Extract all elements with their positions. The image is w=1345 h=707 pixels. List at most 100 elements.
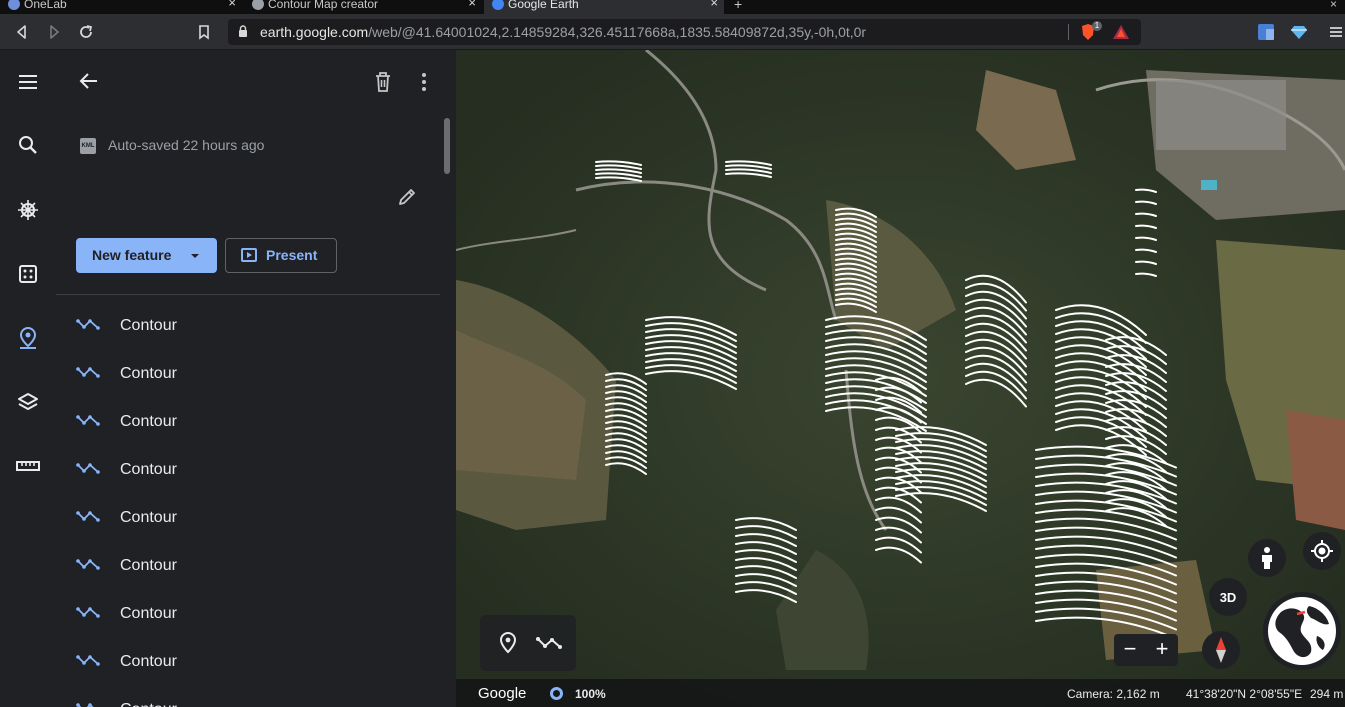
list-item[interactable]: Contour: [56, 494, 440, 542]
line-feature-icon: [76, 415, 100, 426]
present-icon: [241, 248, 257, 262]
list-item[interactable]: Contour: [56, 350, 440, 398]
close-tab-icon[interactable]: ×: [710, 0, 718, 10]
zoom-out-button[interactable]: −: [1114, 636, 1146, 662]
toggle-3d-button[interactable]: 3D: [1209, 578, 1247, 616]
brave-rewards-icon[interactable]: [1112, 23, 1130, 41]
earth-favicon: [492, 0, 504, 10]
map-status-bar: Google 100% Camera: 2,162 m 41°38'20"N 2…: [456, 679, 1345, 707]
address-bar[interactable]: earth.google.com/web/@41.64001024,2.1485…: [228, 19, 1141, 45]
translate-extension-icon[interactable]: [1257, 23, 1275, 41]
delete-icon[interactable]: [373, 71, 393, 98]
back-arrow-icon[interactable]: [78, 70, 100, 97]
line-feature-icon: [76, 655, 100, 666]
new-tab-button[interactable]: +: [730, 0, 750, 14]
google-logo: Google: [478, 685, 527, 702]
cursor-coordinates: 41°38'20"N 2°08'55"E: [1186, 687, 1303, 701]
line-feature-icon: [76, 319, 100, 330]
url-path: /web/@41.64001024,2.14859284,326.4511766…: [368, 24, 867, 40]
add-placemark-icon[interactable]: [498, 631, 518, 659]
present-button[interactable]: Present: [225, 238, 337, 273]
nav-rail: [0, 50, 56, 707]
list-item[interactable]: Contour: [56, 398, 440, 446]
tab-contour-map-creator[interactable]: Contour Map creator ×: [244, 0, 482, 14]
voyager-icon[interactable]: [14, 196, 42, 224]
loading-indicator-icon: [550, 687, 563, 700]
globe-overview-icon[interactable]: [1263, 592, 1341, 670]
window-close-icon[interactable]: ×: [1326, 0, 1345, 14]
new-feature-label: New feature: [92, 247, 172, 263]
tab-title: Google Earth: [508, 0, 579, 11]
shields-count-badge: 1: [1092, 21, 1102, 31]
loading-percent: 100%: [575, 687, 606, 701]
compass-icon[interactable]: [1202, 631, 1240, 669]
earth-map-view[interactable]: 3D − + Google 100% Camera: 2,162 m 41°38…: [456, 50, 1345, 707]
lock-icon: [239, 25, 247, 37]
feeling-lucky-icon[interactable]: [14, 260, 42, 288]
omnibox-divider: [1068, 24, 1069, 40]
map-style-icon[interactable]: [14, 388, 42, 416]
feature-label: Contour: [120, 605, 177, 622]
browser-toolbar: earth.google.com/web/@41.64001024,2.1485…: [0, 14, 1345, 50]
feature-label: Contour: [120, 317, 177, 334]
measure-icon[interactable]: [14, 452, 42, 480]
search-icon[interactable]: [14, 131, 42, 159]
tab-title: OneLab: [24, 0, 67, 11]
panel-divider: [56, 294, 440, 295]
tab-onelab[interactable]: OneLab ×: [0, 0, 242, 14]
line-feature-icon: [76, 463, 100, 474]
zoom-controls: − +: [1114, 634, 1178, 666]
reload-icon[interactable]: [76, 22, 96, 42]
feature-label: Contour: [120, 701, 177, 707]
scale-bar-label: 294 m: [1310, 687, 1344, 701]
feature-label: Contour: [120, 461, 177, 478]
bookmark-icon[interactable]: [194, 22, 214, 42]
list-item[interactable]: Contour: [56, 446, 440, 494]
browser-tab-strip: OneLab × Contour Map creator × Google Ea…: [0, 0, 1345, 14]
url-text[interactable]: earth.google.com/web/@41.64001024,2.1485…: [260, 24, 866, 40]
feature-label: Contour: [120, 509, 177, 526]
back-icon[interactable]: [12, 22, 32, 42]
tab-google-earth[interactable]: Google Earth ×: [484, 0, 724, 14]
menu-icon[interactable]: [14, 68, 42, 96]
line-feature-icon: [76, 559, 100, 570]
url-host: earth.google.com: [260, 24, 369, 40]
line-feature-icon: [76, 703, 94, 707]
zoom-in-button[interactable]: +: [1146, 636, 1178, 662]
kml-file-icon: KML: [80, 138, 96, 154]
present-label: Present: [266, 247, 318, 263]
close-tab-icon[interactable]: ×: [468, 0, 476, 10]
chevron-down-icon: [191, 254, 199, 258]
line-feature-icon: [76, 511, 100, 522]
my-location-icon[interactable]: [1303, 532, 1341, 570]
satellite-imagery: [456, 50, 1345, 707]
panel-scrollbar[interactable]: [444, 118, 450, 174]
project-panel: KML Auto-saved 22 hours ago New feature …: [56, 50, 456, 707]
close-tab-icon[interactable]: ×: [228, 0, 236, 10]
camera-altitude: Camera: 2,162 m: [1067, 687, 1160, 701]
edit-pencil-icon[interactable]: [397, 187, 417, 212]
projects-icon[interactable]: [14, 324, 42, 352]
feature-label: Contour: [120, 653, 177, 670]
draw-line-icon[interactable]: [536, 635, 562, 656]
line-feature-icon: [76, 607, 100, 618]
list-item[interactable]: Contour: [56, 638, 440, 686]
new-feature-button[interactable]: New feature: [76, 238, 217, 273]
browser-menu-icon[interactable]: [1326, 22, 1345, 42]
tab-title: Contour Map creator: [268, 0, 379, 11]
autosave-status: Auto-saved 22 hours ago: [108, 137, 265, 153]
list-item[interactable]: Contour: [56, 590, 440, 638]
list-item[interactable]: Contour: [56, 542, 440, 590]
drawing-toolbar: [480, 615, 576, 671]
onelab-favicon: [8, 0, 20, 10]
feature-label: Contour: [120, 557, 177, 574]
diamond-extension-icon[interactable]: [1290, 23, 1308, 41]
list-item[interactable]: Contour: [56, 686, 440, 707]
list-item[interactable]: Contour: [56, 302, 440, 350]
line-feature-icon: [76, 367, 100, 378]
more-options-icon[interactable]: [416, 71, 432, 98]
forward-icon[interactable]: [44, 22, 64, 42]
feature-label: Contour: [120, 413, 177, 430]
street-view-pegman-icon[interactable]: [1248, 539, 1286, 577]
contour-favicon: [252, 0, 264, 10]
